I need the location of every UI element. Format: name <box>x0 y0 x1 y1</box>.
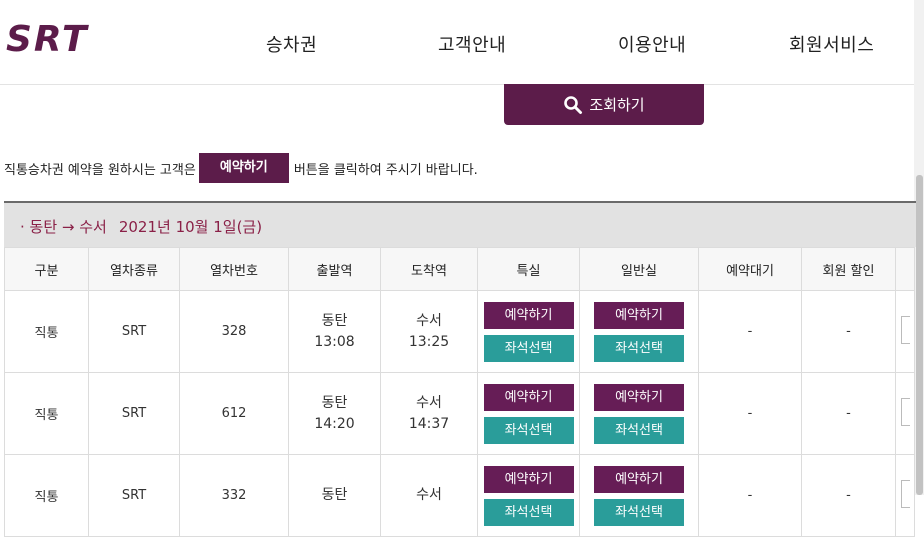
first-class-reserve-button[interactable]: 예약하기 <box>483 383 574 411</box>
arrival-station: 수서 <box>416 312 442 329</box>
cell-train-type: SRT <box>88 372 180 455</box>
header-member-discount: 회원 할인 <box>801 247 896 291</box>
logo-text: SRT <box>6 19 89 58</box>
nav-item-member-service[interactable]: 회원서비스 <box>789 31 874 57</box>
cell-category: 직통 <box>4 454 89 537</box>
notice-after: 버튼을 클릭하여 주시기 바랍니다. <box>293 162 478 178</box>
first-class-reserve-button[interactable]: 예약하기 <box>483 301 574 329</box>
table-row: 직통 SRT 332 동탄 수서 예약하기좌석선택 예약하기좌석선택 - - <box>4 454 915 537</box>
cell-member-discount: - <box>801 454 896 537</box>
nav-item-usage-guide[interactable]: 이용안내 <box>618 31 686 57</box>
header-waitlist: 예약대기 <box>698 247 802 291</box>
cell-overflow <box>895 290 915 373</box>
first-class-reserve-button[interactable]: 예약하기 <box>483 465 574 493</box>
cell-departure: 동탄 <box>288 454 381 537</box>
cell-train-number: 332 <box>179 454 289 537</box>
notice-text: 직통승차권 예약을 원하시는 고객은 예약하기 버튼을 클릭하여 주시기 바랍니… <box>4 153 478 183</box>
notice-reserve-button[interactable]: 예약하기 <box>198 153 289 183</box>
route-date: 2021년 10월 1일(금) <box>118 218 263 236</box>
cell-arrival: 수서 13:25 <box>380 290 478 373</box>
departure-station: 동탄 <box>321 312 348 329</box>
cell-train-type: SRT <box>88 454 180 537</box>
header-train-type: 열차종류 <box>88 247 180 291</box>
site-header: SRT 승차권 고객안내 이용안내 회원서비스 <box>0 0 924 85</box>
first-class-seat-button[interactable]: 좌석선택 <box>483 416 574 444</box>
cell-first-class: 예약하기좌석선택 <box>477 454 580 537</box>
cell-standard-class: 예약하기좌석선택 <box>579 372 699 455</box>
search-icon <box>564 95 583 114</box>
table-header-row: 구분 열차종류 열차번호 출발역 도착역 특실 일반실 예약대기 회원 할인 <box>4 247 915 291</box>
overflow-control[interactable] <box>900 397 910 426</box>
header-arrival: 도착역 <box>380 247 478 291</box>
first-class-seat-button[interactable]: 좌석선택 <box>483 334 574 362</box>
header-first-class: 특실 <box>477 247 580 291</box>
header-category: 구분 <box>4 247 89 291</box>
cell-arrival: 수서 <box>380 454 478 537</box>
cell-member-discount: - <box>801 290 896 373</box>
cell-waitlist: - <box>698 290 802 373</box>
standard-reserve-button[interactable]: 예약하기 <box>594 465 684 493</box>
cell-arrival: 수서 14:37 <box>380 372 478 455</box>
cell-standard-class: 예약하기좌석선택 <box>579 454 699 537</box>
cell-category: 직통 <box>4 372 89 455</box>
overflow-control[interactable] <box>900 479 910 508</box>
cell-train-type: SRT <box>88 290 180 373</box>
standard-reserve-button[interactable]: 예약하기 <box>594 383 684 411</box>
nav-item-customer-info[interactable]: 고객안내 <box>438 31 506 57</box>
search-button-label: 조회하기 <box>589 96 645 114</box>
cell-waitlist: - <box>698 454 802 537</box>
table-row: 직통 SRT 328 동탄 13:08 수서 13:25 예약하기좌석선택 예약하기… <box>4 290 915 373</box>
nav-item-tickets[interactable]: 승차권 <box>266 31 317 57</box>
standard-reserve-button[interactable]: 예약하기 <box>594 301 684 329</box>
arrival-station: 수서 <box>416 394 442 411</box>
cell-first-class: 예약하기좌석선택 <box>477 372 580 455</box>
standard-seat-button[interactable]: 좌석선택 <box>594 334 684 362</box>
train-results-table: 구분 열차종류 열차번호 출발역 도착역 특실 일반실 예약대기 회원 할인 직… <box>4 247 915 537</box>
departure-time: 13:08 <box>314 333 355 350</box>
header-overflow <box>895 247 915 291</box>
departure-station: 동탄 <box>321 394 348 411</box>
cell-category: 직통 <box>4 290 89 373</box>
srt-logo[interactable]: SRT <box>4 18 122 58</box>
notice-before: 직통승차권 예약을 원하시는 고객은 <box>4 162 196 178</box>
search-button[interactable]: 조회하기 <box>504 84 704 125</box>
arrival-time: 14:37 <box>408 415 450 432</box>
route-title: · 동탄 → 수서 2021년 10월 1일(금) <box>20 216 262 237</box>
cell-waitlist: - <box>698 372 802 455</box>
first-class-seat-button[interactable]: 좌석선택 <box>483 498 574 526</box>
arrival-time: 13:25 <box>408 333 450 350</box>
header-train-number: 열차번호 <box>179 247 289 291</box>
scrollbar-thumb[interactable] <box>916 175 923 495</box>
arrival-station: 수서 <box>416 487 442 503</box>
header-standard-class: 일반실 <box>579 247 699 291</box>
cell-standard-class: 예약하기좌석선택 <box>579 290 699 373</box>
route-bar: · 동탄 → 수서 2021년 10월 1일(금) <box>4 201 916 247</box>
header-departure: 출발역 <box>288 247 381 291</box>
departure-station: 동탄 <box>321 487 348 503</box>
cell-departure: 동탄 13:08 <box>288 290 381 373</box>
standard-seat-button[interactable]: 좌석선택 <box>594 416 684 444</box>
cell-member-discount: - <box>801 372 896 455</box>
departure-time: 14:20 <box>314 415 355 432</box>
route-stations: · 동탄 → 수서 <box>20 218 107 236</box>
cell-overflow <box>895 372 915 455</box>
table-row: 직통 SRT 612 동탄 14:20 수서 14:37 예약하기좌석선택 예약하기… <box>4 372 915 455</box>
cell-departure: 동탄 14:20 <box>288 372 381 455</box>
overflow-control[interactable] <box>900 315 910 344</box>
cell-first-class: 예약하기좌석선택 <box>477 290 580 373</box>
cell-train-number: 612 <box>179 372 289 455</box>
standard-seat-button[interactable]: 좌석선택 <box>594 498 684 526</box>
cell-overflow <box>895 454 915 537</box>
cell-train-number: 328 <box>179 290 289 373</box>
